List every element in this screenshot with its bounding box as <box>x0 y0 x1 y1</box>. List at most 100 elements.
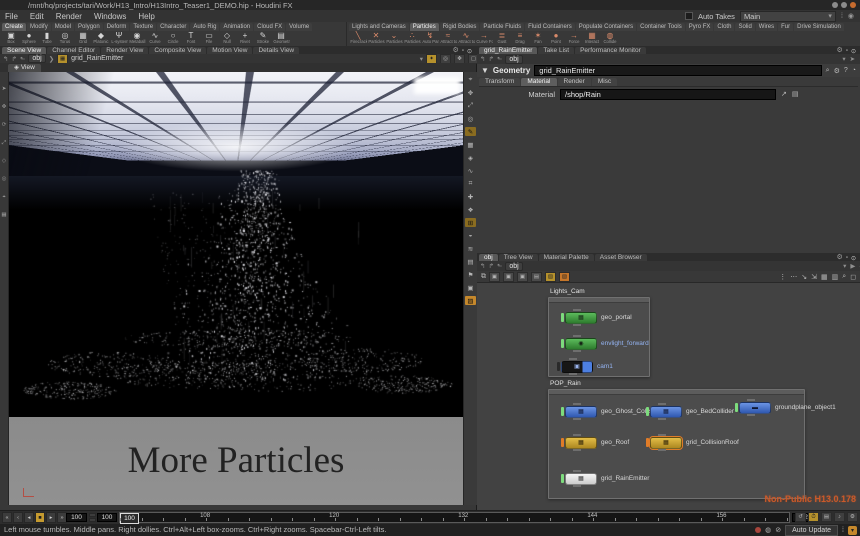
shelf-tool-auto-paren[interactable]: ↯Auto Paren... <box>421 31 439 46</box>
viewport-tool-icon[interactable]: ▤ <box>465 257 476 266</box>
up-level-icon[interactable]: ⬑ <box>20 55 25 63</box>
shelf-tab-polygon[interactable]: Polygon <box>75 23 103 31</box>
shelf-tool-grid[interactable]: ▦Grid <box>74 31 92 46</box>
play-reverse-button[interactable]: ◂ <box>24 512 34 523</box>
current-frame-marker[interactable]: 100 <box>120 513 139 524</box>
range-start-field[interactable]: 100 <box>97 513 117 522</box>
shelf-tool-particles-f[interactable]: ∴Particles f... <box>403 31 421 46</box>
shelf-tool-interact[interactable]: ▦Interact <box>583 31 601 46</box>
network-node-envlight-forward[interactable]: ◉envlight_forward <box>561 338 649 349</box>
node-body[interactable]: ▦ <box>650 437 682 449</box>
view-icon[interactable]: ◎ <box>2 176 7 182</box>
viewport-tab[interactable]: ◈ View <box>8 64 41 72</box>
shelf-tab-rigid-bodies[interactable]: Rigid Bodies <box>440 23 480 31</box>
take-selector[interactable]: Main ▾ <box>740 11 836 22</box>
viewport-tool-icon[interactable]: ∿ <box>465 166 476 175</box>
shelf-tool-font[interactable]: TFont <box>182 31 200 46</box>
viewport-tool-icon[interactable]: ⌖ <box>465 75 476 84</box>
shelf-tab-solid[interactable]: Solid <box>735 23 754 31</box>
shelf-tool-gust[interactable]: ≣Gust <box>493 31 511 46</box>
shelf-tab-particle-fluids[interactable]: Particle Fluids <box>480 23 524 31</box>
viewport-tool-icon[interactable]: ⌗ <box>465 179 476 188</box>
breadcrumb-root[interactable]: obj <box>505 55 522 64</box>
pose-icon[interactable]: ◇ <box>2 158 6 164</box>
network-node-geo-bedcollider[interactable]: ▦geo_BedCollider <box>646 406 734 417</box>
node-flag[interactable] <box>646 407 649 416</box>
viewport-tool-icon[interactable]: ⤢ <box>465 101 476 110</box>
param-tab-material[interactable]: Material <box>521 78 556 86</box>
node-flag[interactable] <box>561 313 564 322</box>
pane-tab-material-palette[interactable]: Material Palette <box>539 254 594 261</box>
shelf-tab-create[interactable]: Create <box>2 23 26 31</box>
shelf-tool-stroke[interactable]: ✎Stroke <box>254 31 272 46</box>
shelf-tool-collide[interactable]: ◍Collide <box>601 31 619 46</box>
viewport-tool-icon[interactable]: ▣ <box>465 283 476 292</box>
view-mode-icon[interactable]: ▣ <box>517 272 528 282</box>
play-button[interactable]: ▸ <box>46 512 56 523</box>
update-mode-selector[interactable]: Auto Update <box>785 525 838 536</box>
color-palette-icon[interactable]: ▨ <box>545 272 556 282</box>
network-node-cam1[interactable]: ▣cam1 <box>557 361 613 372</box>
node-body[interactable]: ▣ <box>561 361 593 373</box>
viewport-tool-icon[interactable]: ≋ <box>465 244 476 253</box>
node-body[interactable]: ▦ <box>565 437 597 449</box>
stop-button[interactable]: ■ <box>35 512 45 523</box>
search-icon[interactable]: ⌕ <box>826 67 830 75</box>
play-icon[interactable]: ▶ <box>850 262 855 270</box>
shelf-tool-curve-force[interactable]: →Curve Force <box>475 31 493 46</box>
shelf-tool-platonic[interactable]: ◆Platonic <box>92 31 110 46</box>
realtime-icon[interactable]: ⏱ <box>808 512 819 522</box>
interrupt-icon[interactable]: ⊘ <box>775 526 781 534</box>
shelf-tool-l-system[interactable]: ΨL-system <box>110 31 128 46</box>
network-node-geo-portal[interactable]: ▦geo_portal <box>561 312 632 323</box>
param-tab-transform[interactable]: Transform <box>479 78 520 86</box>
node-body[interactable]: ▬ <box>739 402 771 414</box>
pane-tab-details-view[interactable]: Details View <box>253 47 299 54</box>
menu-render[interactable]: Render <box>55 12 83 21</box>
shelf-tab-pyro-fx[interactable]: Pyro FX <box>686 23 714 31</box>
render-scene[interactable]: More Particles <box>9 72 463 505</box>
network-box-pop-rain[interactable]: ▦geo_Ghost_Collision▦geo_BedCollider▬gro… <box>548 389 805 499</box>
expand-icon[interactable]: ⇲ <box>811 273 817 281</box>
shelf-tool-force[interactable]: →Force <box>565 31 583 46</box>
chevron-down-icon[interactable]: ▾ <box>843 262 846 270</box>
menu-edit[interactable]: Edit <box>29 12 45 21</box>
globe-icon[interactable]: ◔ <box>852 67 856 74</box>
forward-arrow-icon[interactable]: ↱ <box>11 55 16 63</box>
network-box-label[interactable]: Lights_Cam <box>550 288 585 295</box>
node-flag[interactable] <box>646 438 649 447</box>
shelf-tab-cloth[interactable]: Cloth <box>714 23 734 31</box>
shelf-tool-metaball[interactable]: ◉Metaball <box>128 31 146 46</box>
shelf-tab-wires[interactable]: Wires <box>756 23 777 31</box>
pane-tab-composite-view[interactable]: Composite View <box>149 47 206 54</box>
viewport-tool-icon[interactable]: ◈ <box>465 153 476 162</box>
node-flag[interactable] <box>557 362 560 371</box>
frame-spinner[interactable] <box>89 513 96 522</box>
shelf-tool-attract-to[interactable]: ∿Attract to... <box>457 31 475 46</box>
viewport-tool-icon[interactable]: ✎ <box>465 127 476 136</box>
shelf-tab-modify[interactable]: Modify <box>27 23 51 31</box>
shape-palette-icon[interactable]: ▧ <box>559 272 570 282</box>
snap-icon[interactable]: ⌖ <box>2 194 5 200</box>
viewport[interactable]: ➤ ✥ ⟳ ⤢ ◇ ◎ ⌖ ▦ More Particles ⌖✥⤢◎✎▦◈∿⌗… <box>0 72 476 505</box>
pane-tab-asset-browser[interactable]: Asset Browser <box>595 254 647 261</box>
network-node-geo-roof[interactable]: ▦geo_Roof <box>561 437 629 448</box>
shelf-tool-box[interactable]: ▣Box <box>2 31 20 46</box>
viewport-tool-icon[interactable]: ▨ <box>465 296 476 305</box>
node-body[interactable]: ▦ <box>565 312 597 324</box>
error-indicator-icon[interactable] <box>755 527 761 533</box>
link-icon[interactable]: ⧉ <box>481 273 486 281</box>
chevron-down-icon[interactable]: ▾ <box>842 55 845 63</box>
view-mode-icon[interactable]: ▣ <box>503 272 514 282</box>
shelf-tab-fluid-containers[interactable]: Fluid Containers <box>525 23 575 31</box>
pose-icon[interactable]: ✥ <box>454 54 465 64</box>
pane-tab-take-list[interactable]: Take List <box>538 47 574 54</box>
rotate-icon[interactable]: ⟳ <box>2 122 7 128</box>
pane-tab-render-view[interactable]: Render View <box>101 47 148 54</box>
back-arrow-icon[interactable]: ↰ <box>480 262 485 270</box>
shelf-tool-sphere[interactable]: ●Sphere <box>20 31 38 46</box>
shelf-tool-particles-f[interactable]: ✕Particles f... <box>367 31 385 46</box>
pane-tab-channel-editor[interactable]: Channel Editor <box>47 47 100 54</box>
shelf-tool-particles-f[interactable]: ⌄Particles f... <box>385 31 403 46</box>
pane-tab-performance-monitor[interactable]: Performance Monitor <box>575 47 646 54</box>
